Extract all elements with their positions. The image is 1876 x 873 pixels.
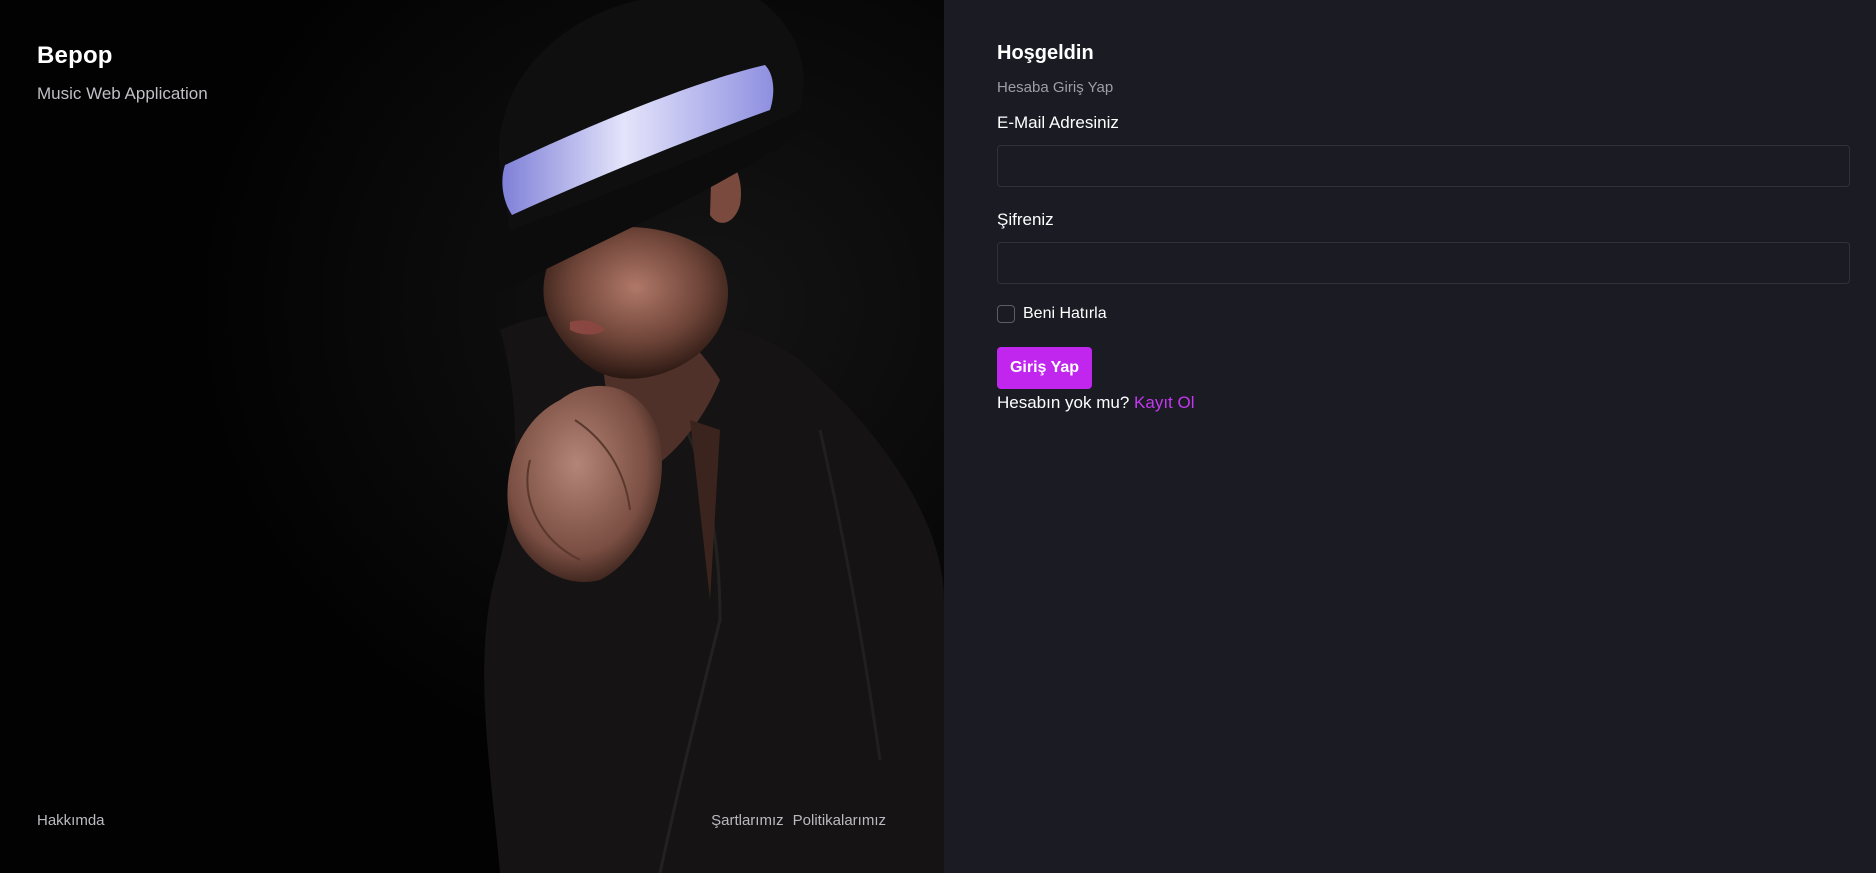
brand-subtitle: Music Web Application	[37, 84, 208, 103]
remember-me-row: Beni Hatırla	[997, 305, 1850, 323]
hero-image	[0, 0, 944, 873]
remember-me-checkbox[interactable]	[997, 305, 1015, 323]
page-subtitle: Hesaba Giriş Yap	[997, 79, 1114, 96]
signup-prompt: Hesabın yok mu? Kayıt Ol	[997, 393, 1850, 413]
legal-links: Şartlarımız Politikalarımız	[711, 812, 886, 829]
login-page: Bepop Music Web Application Hakkımda Şar…	[0, 0, 1876, 873]
login-button[interactable]: Giriş Yap	[997, 347, 1092, 389]
no-account-text: Hesabın yok mu?	[997, 393, 1130, 412]
signup-link[interactable]: Kayıt Ol	[1134, 393, 1194, 412]
hero-panel: Bepop Music Web Application Hakkımda Şar…	[0, 0, 944, 873]
terms-link[interactable]: Şartlarımız	[711, 812, 784, 829]
page-title: Hoşgeldin	[997, 42, 1094, 64]
brand: Bepop Music Web Application	[37, 42, 208, 104]
password-field[interactable]	[997, 242, 1850, 284]
about-link[interactable]: Hakkımda	[37, 812, 105, 829]
email-field[interactable]	[997, 145, 1850, 187]
brand-title: Bepop	[37, 42, 113, 69]
hero-footer: Hakkımda Şartlarımız Politikalarımız	[37, 812, 886, 829]
policies-link[interactable]: Politikalarımız	[793, 812, 886, 829]
email-label: E-Mail Adresiniz	[997, 113, 1119, 132]
password-label: Şifreniz	[997, 210, 1054, 229]
remember-me-label: Beni Hatırla	[1023, 305, 1107, 322]
login-panel: Hoşgeldin Hesaba Giriş Yap E-Mail Adresi…	[944, 0, 1876, 873]
